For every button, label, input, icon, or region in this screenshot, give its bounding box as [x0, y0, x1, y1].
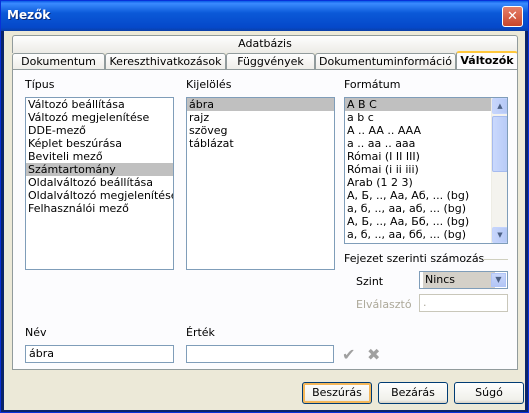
nev-input[interactable]: ábra: [25, 345, 174, 363]
tipus-item[interactable]: Beviteli mező: [26, 150, 173, 163]
formatum-item[interactable]: а, б, .., аа, бб, ... (bg): [345, 228, 491, 241]
formatum-item[interactable]: Római (I II III): [345, 150, 491, 163]
formatum-item[interactable]: Római (i ii iii): [345, 163, 491, 176]
formatum-item[interactable]: a b c: [345, 111, 491, 124]
tipus-item[interactable]: Oldalváltozó beállítása: [26, 176, 173, 189]
scroll-thumb[interactable]: [492, 116, 507, 172]
help-button[interactable]: Súgó: [454, 382, 524, 404]
apply-icon[interactable]: ✔: [342, 345, 355, 364]
elvalaszto-label: Elválasztó: [356, 298, 412, 311]
kijeloles-listbox[interactable]: ábra rajz szöveg táblázat: [186, 97, 335, 270]
kijeloles-label: Kijelölés: [186, 78, 232, 91]
formatum-label: Formátum: [344, 78, 401, 91]
close-icon[interactable]: ✕: [502, 6, 523, 27]
close-button[interactable]: Bezárás: [378, 382, 448, 404]
tab-adatbazis[interactable]: Adatbázis: [12, 35, 518, 53]
fejezet-group-title: Fejezet szerinti számozás: [344, 252, 485, 265]
formatum-item[interactable]: A B C: [345, 98, 491, 111]
scroll-up-icon[interactable]: ▲: [492, 98, 507, 114]
formatum-listbox[interactable]: A B Ca b cA .. AA .. AAA a .. aa .. aaa Ró…: [344, 97, 508, 244]
szint-label: Szint: [356, 275, 384, 288]
tipus-item[interactable]: Oldalváltozó megjelenítése: [26, 189, 173, 202]
szint-select[interactable]: Nincs ▼: [419, 271, 508, 289]
kijeloles-item[interactable]: ábra: [187, 98, 334, 111]
tipus-item[interactable]: DDE-mező: [26, 124, 173, 137]
nev-label: Név: [25, 326, 47, 339]
scroll-down-icon[interactable]: ▼: [492, 227, 507, 243]
tipus-label: Típus: [25, 78, 55, 91]
formatum-item[interactable]: A .. AA .. AAA: [345, 124, 491, 137]
kijeloles-item[interactable]: szöveg: [187, 124, 334, 137]
tipus-listbox[interactable]: Változó beállítása Változó megjelenítése D…: [25, 97, 174, 270]
szint-select-value: Nincs: [423, 272, 495, 288]
formatum-item[interactable]: a .. aa .. aaa: [345, 137, 491, 150]
tipus-item[interactable]: Változó beállítása: [26, 98, 173, 111]
formatum-item[interactable]: А, Б, .., Аа, Аб, ... (bg): [345, 189, 491, 202]
elvalaszto-input[interactable]: .: [419, 294, 508, 312]
tipus-item[interactable]: Felhasználói mező: [26, 202, 173, 215]
kijeloles-item[interactable]: rajz: [187, 111, 334, 124]
formatum-item[interactable]: Arab (1 2 3): [345, 176, 491, 189]
delete-icon[interactable]: ✖: [367, 345, 380, 364]
formatum-item[interactable]: А, Б, .., Аа, Бб, ... (bg): [345, 215, 491, 228]
ertek-input[interactable]: [186, 345, 334, 363]
ertek-label: Érték: [186, 326, 215, 339]
tipus-item[interactable]: Képlet beszúrása: [26, 137, 173, 150]
dialog-body: Adatbázis Dokumentum Kereszthivatkozások…: [4, 31, 525, 410]
kijeloles-item[interactable]: táblázat: [187, 137, 334, 150]
window-title: Mezők: [7, 8, 51, 22]
formatum-item[interactable]: а, б, .., аа, аб, ... (bg): [345, 202, 491, 215]
tipus-item[interactable]: Számtartomány: [26, 163, 173, 176]
tab-panel-valtozok: Típus Változó beállítása Változó megjelen…: [12, 69, 518, 370]
title-bar[interactable]: Mezők ✕: [1, 1, 528, 31]
fields-dialog: Mezők ✕ Adatbázis Dokumentum Kereszthiva…: [0, 0, 529, 413]
tipus-item[interactable]: Változó megjelenítése: [26, 111, 173, 124]
insert-button[interactable]: Beszúrás: [302, 382, 372, 404]
chevron-down-icon[interactable]: ▼: [491, 273, 506, 287]
formatum-scrollbar[interactable]: ▲ ▼: [491, 98, 507, 243]
group-divider: [483, 259, 508, 260]
tab-row-top: Adatbázis: [12, 35, 518, 53]
